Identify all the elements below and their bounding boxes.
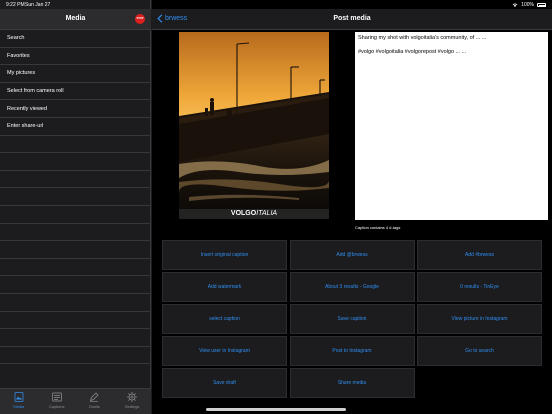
empty-row	[0, 259, 151, 277]
battery-icon	[537, 3, 546, 7]
logo-bold-text: VOLGO	[230, 210, 257, 217]
sidebar-menu: Search Favorites My pictures Select from…	[0, 30, 151, 365]
sidebar-item-recently-viewed[interactable]: Recently viewed	[0, 100, 151, 118]
page-title: Post media	[333, 15, 371, 22]
empty-row	[0, 347, 151, 365]
empty-row	[0, 241, 151, 259]
wifi-icon	[512, 3, 518, 7]
tab-settings-label: Settings	[124, 404, 140, 409]
main-header: brwess Post media	[152, 9, 552, 30]
insert-original-caption-button[interactable]: Insert original caption	[162, 240, 287, 270]
tab-drafts[interactable]: Drafts	[76, 389, 114, 414]
sidebar-header: Media STOP	[0, 9, 151, 30]
empty-row	[0, 312, 151, 330]
caption-line-2: #volgo #volgoitalia #volgorepost #volgo …	[358, 49, 467, 55]
go-to-search-button[interactable]: Go to search	[417, 336, 542, 366]
caption-textarea[interactable]: Sharing my shot with volgoitalia's commu…	[355, 32, 548, 220]
google-results-button[interactable]: About 3 results - Google	[289, 272, 415, 302]
stop-button[interactable]: STOP	[135, 14, 145, 24]
empty-row	[0, 224, 151, 242]
empty-row	[0, 294, 151, 312]
settings-icon	[127, 392, 138, 402]
sidebar-item-my-pictures[interactable]: My pictures	[0, 65, 151, 83]
empty-row	[0, 206, 151, 224]
tab-media[interactable]: Media	[0, 389, 38, 414]
main-panel: brwess Post media VOLGOITALIA Sharing my…	[152, 0, 552, 414]
save-caption-button[interactable]: Save caption	[289, 304, 415, 334]
action-button-grid: Insert original caption Add @brwess Add …	[162, 240, 542, 398]
captions-icon	[51, 392, 62, 402]
select-caption-button[interactable]: select caption	[162, 304, 287, 334]
tab-drafts-label: Drafts	[89, 404, 100, 409]
status-time: 9:22 PM	[6, 2, 25, 8]
tab-captions[interactable]: Captions	[38, 389, 76, 414]
media-icon	[14, 392, 24, 402]
status-date: Sun Jan 27	[25, 2, 51, 8]
share-media-button[interactable]: Share media	[289, 368, 415, 398]
empty-row	[0, 136, 151, 154]
status-bar: 9:22 PM Sun Jan 27 100%	[0, 0, 552, 9]
tab-media-label: Media	[13, 404, 25, 409]
empty-row	[0, 188, 151, 206]
sidebar-title: Media	[65, 15, 86, 22]
drafts-icon	[90, 392, 99, 402]
sidebar-item-search[interactable]: Search	[0, 30, 151, 48]
empty-row	[0, 329, 151, 347]
view-user-instagram-button[interactable]: View user in Instagram	[162, 336, 287, 366]
add-mention-button[interactable]: Add @brwess	[289, 240, 415, 270]
tab-captions-label: Captions	[48, 404, 65, 409]
logo-italic-text: ITALIA	[256, 210, 278, 217]
media-photo[interactable]: VOLGOITALIA	[179, 32, 329, 219]
caption-tag-count: Caption contains 4 #-tags	[355, 225, 401, 230]
home-indicator	[206, 408, 346, 411]
add-hashtag-button[interactable]: Add #brwess	[417, 240, 542, 270]
sunset-pier-image	[179, 32, 329, 219]
empty-row	[0, 171, 151, 189]
post-to-instagram-button[interactable]: Post to Instagram	[289, 336, 415, 366]
save-draft-button[interactable]: Save draft	[162, 368, 287, 398]
tab-settings[interactable]: Settings	[113, 389, 151, 414]
battery-percent: 100%	[521, 2, 534, 8]
caption-line-1: Sharing my shot with volgoitalia's commu…	[358, 35, 487, 41]
sidebar-item-camera-roll[interactable]: Select from camera roll	[0, 83, 151, 101]
sidebar: Media STOP Search Favorites My pictures …	[0, 0, 151, 414]
photo-watermark-logo: VOLGOITALIA	[179, 209, 329, 219]
empty-row	[0, 153, 151, 171]
view-picture-instagram-button[interactable]: View picture in Instagram	[417, 304, 542, 334]
sidebar-item-favorites[interactable]: Favorites	[0, 48, 151, 66]
empty-row	[0, 276, 151, 294]
tineye-results-button[interactable]: 0 results - TinEye	[417, 272, 542, 302]
status-right: 100%	[512, 2, 546, 8]
add-watermark-button[interactable]: Add watermark	[162, 272, 287, 302]
sidebar-item-share-url[interactable]: Enter share-url	[0, 118, 151, 136]
tab-bar: Media Captions Drafts Settings	[0, 388, 151, 414]
